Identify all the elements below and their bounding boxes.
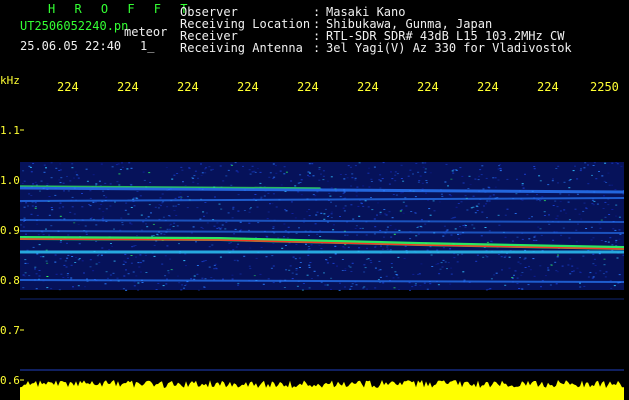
y-unit-label: kHz [0,74,20,87]
y-tick-0-8: 0.8 [0,274,20,287]
amplitude-strip [20,380,624,400]
time-tick-2: 224 [117,80,139,94]
antenna-value: 3el Yagi(V) Az 330 for Vladivostok [326,41,572,55]
file-name: UT2506052240.pn [20,19,129,33]
time-tick-3: 224 [177,80,199,94]
spectrogram-canvas [20,129,624,400]
time-tick-7: 224 [417,80,439,94]
antenna-label: Receiving Antenna [180,41,303,55]
time-tick-10: 2250 [590,80,619,94]
time-tick-1: 224 [57,80,79,94]
spectrogram-window: { "header": { "station": "H R O F F T", … [0,0,629,400]
y-tick-1-0: 1.0 [0,174,20,187]
y-tick-0-9: 0.9 [0,224,20,237]
antenna-sep: : [313,41,321,55]
y-tick-1-1: 1.1 [0,124,20,137]
y-tick-0-6: 0.6 [0,374,20,387]
time-tick-5: 224 [297,80,319,94]
time-tick-9: 224 [537,80,559,94]
y-tick-0-7: 0.7 [0,324,20,337]
station-name: H R O F F T [48,2,194,16]
spectrogram-plot [20,100,624,400]
mode-label: meteor [124,25,168,39]
time-tick-4: 224 [237,80,259,94]
noise-band [20,162,624,290]
time-tick-8: 224 [477,80,499,94]
index-label: 1_ [140,39,155,53]
timestamp: 25.06.05 22:40 [20,39,122,53]
time-tick-6: 224 [357,80,379,94]
